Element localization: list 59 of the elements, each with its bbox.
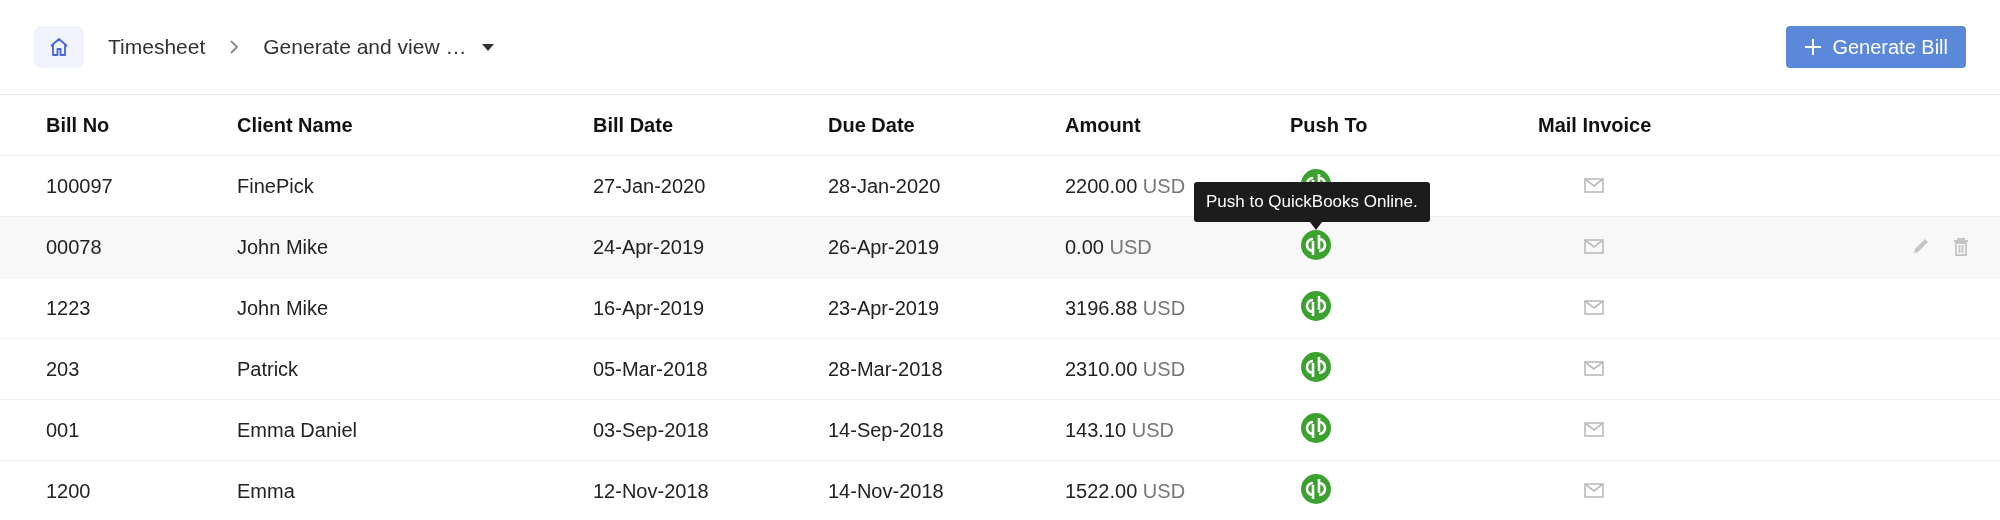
tooltip: Push to QuickBooks Online. [1194, 181, 1430, 222]
breadcrumb-link[interactable]: Generate and view … [263, 35, 495, 59]
table-cell-text: 26-Apr-2019 [828, 235, 941, 259]
breadcrumb-link[interactable]: Timesheet [108, 35, 206, 59]
table-cell-text: 16-Apr-2019 [593, 296, 706, 320]
table-cell-text: 14-Sep-2018 [828, 418, 945, 442]
amount-cell: 143.10 USD [1065, 418, 1174, 441]
mail-icon[interactable] [1584, 238, 1604, 254]
amount-cell: 3196.88 USD [1065, 296, 1186, 319]
table-cell-text: 23-Apr-2019 [828, 296, 941, 320]
table-cell-text: 1223 [46, 296, 92, 320]
amount-cell: 2310.00 USD [1065, 357, 1186, 380]
table-cell-text: 00078 [46, 235, 103, 259]
column-header: Bill Date [593, 113, 675, 137]
mail-icon[interactable] [1584, 482, 1604, 498]
table-cell-text: 001 [46, 418, 81, 442]
amount-cell: 0.00 USD [1065, 235, 1152, 258]
table-cell-text: Patrick [237, 357, 300, 381]
column-header: Due Date [828, 113, 916, 137]
table-cell-text: 28-Mar-2018 [828, 357, 944, 381]
mail-icon[interactable] [1584, 177, 1604, 193]
home-icon [48, 36, 70, 58]
table-cell-text: 1200 [46, 479, 92, 503]
table-cell-text: 12-Nov-2018 [593, 479, 710, 503]
table-cell-text: 28-Jan-2020 [828, 174, 942, 198]
quickbooks-icon[interactable] [1301, 473, 1331, 504]
table-cell-text: John Mike [237, 296, 330, 320]
table-cell-text: 203 [46, 357, 81, 381]
tooltip-arrow [1310, 221, 1322, 230]
quickbooks-icon[interactable] [1301, 290, 1331, 321]
quickbooks-icon[interactable] [1301, 351, 1331, 382]
mail-icon[interactable] [1584, 360, 1604, 376]
column-header: Push To [1290, 113, 1369, 137]
generate-bill-button[interactable]: Generate Bill [1786, 26, 1966, 68]
table-cell-text: John Mike [237, 235, 330, 259]
home-button[interactable] [34, 26, 84, 68]
mail-icon[interactable] [1584, 299, 1604, 315]
table-cell-text: Emma [237, 479, 296, 503]
plus-icon [1804, 38, 1823, 56]
quickbooks-icon[interactable] [1301, 229, 1331, 260]
table-cell-text: FinePick [237, 174, 315, 198]
table-cell-text: Emma Daniel [237, 418, 359, 442]
trash-icon[interactable] [1952, 237, 1970, 257]
table-cell-text: 03-Sep-2018 [593, 418, 710, 442]
table-cell-text: 14-Nov-2018 [828, 479, 945, 503]
mail-icon[interactable] [1584, 421, 1604, 437]
amount-cell: 2200.00 USD [1065, 174, 1186, 197]
table-cell-text: 05-Mar-2018 [593, 357, 709, 381]
column-header: Client Name [237, 113, 354, 137]
column-header: Mail Invoice [1538, 113, 1653, 137]
table-cell-text: 24-Apr-2019 [593, 235, 706, 259]
amount-cell: 1522.00 USD [1065, 479, 1186, 502]
table-cell-text: 27-Jan-2020 [593, 174, 707, 198]
column-header: Amount [1065, 113, 1142, 137]
table-cell-text: 100097 [46, 174, 114, 198]
quickbooks-icon[interactable] [1301, 412, 1331, 443]
chevron-right-icon [229, 39, 240, 55]
pencil-icon[interactable] [1912, 237, 1930, 255]
column-header: Bill No [46, 113, 111, 137]
